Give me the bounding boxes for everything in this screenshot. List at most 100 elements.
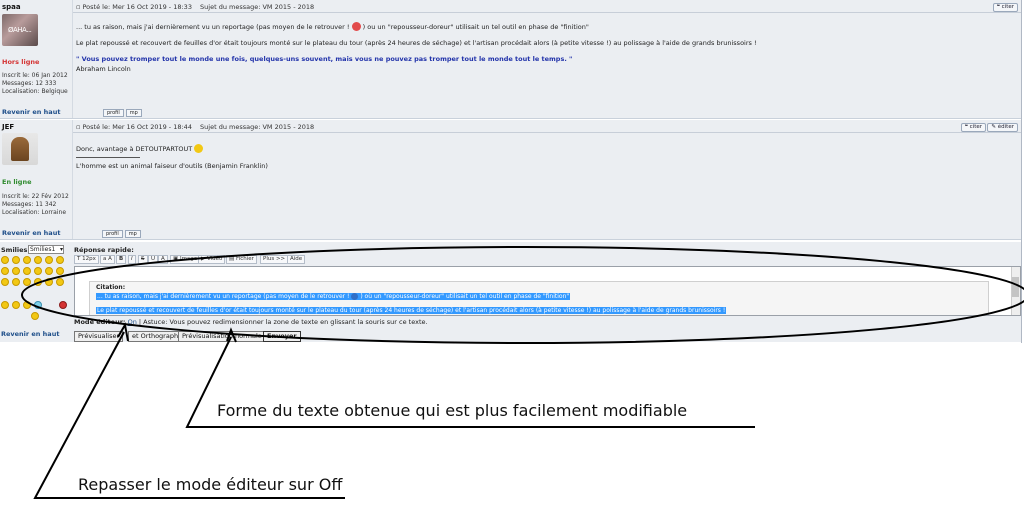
status-badge: Hors ligne: [2, 58, 40, 66]
post-author-panel: spaa ØAHA... Hors ligne Inscrit le: 06 J…: [0, 0, 70, 118]
divider: [73, 132, 1022, 133]
smiley-icon[interactable]: [45, 267, 53, 275]
mp-button[interactable]: mp: [125, 109, 142, 117]
edit-button[interactable]: ✎ éditer: [987, 123, 1018, 132]
smiley-icon[interactable]: [45, 256, 53, 264]
more-button[interactable]: Plus >>: [260, 255, 289, 264]
smiley-icon: [194, 144, 204, 153]
quote-block: Citation: ... tu as raison, mais j'ai de…: [89, 281, 989, 315]
strike-button[interactable]: S: [138, 255, 148, 264]
smiley-icon[interactable]: [1, 278, 9, 286]
smiley-icon[interactable]: [34, 301, 42, 309]
back-to-top-link[interactable]: Revenir en haut: [1, 330, 59, 338]
post-subject: Sujet du message: VM 2015 - 2018: [200, 123, 315, 131]
back-to-top-link[interactable]: Revenir en haut: [2, 229, 60, 237]
divider: [73, 12, 1022, 13]
message-count: Messages: 12 333: [2, 80, 57, 87]
smiley-icon[interactable]: [1, 301, 9, 309]
post-text: Donc, avantage à DETOUTPARTOUT: [76, 145, 193, 153]
post-date: Posté le: Mer 16 Oct 2019 - 18:33: [82, 3, 192, 11]
underline-icon[interactable]: U: [148, 255, 159, 264]
normal-preview-button[interactable]: Prévisualisation normale: [178, 331, 266, 342]
author-meta: Inscrit le: 22 Fév 2012 Messages: 11 342…: [2, 193, 69, 217]
image-icon: ▣: [173, 256, 180, 262]
location: Localisation: Belgique: [2, 88, 68, 95]
quote-button[interactable]: ❝ citer: [960, 123, 986, 132]
signature-quote: " Vous pouvez tromper tout le monde une …: [76, 55, 573, 63]
reply-editor[interactable]: Citation: ... tu as raison, mais j'ai de…: [74, 266, 1021, 316]
quote-label: citer: [1001, 4, 1014, 10]
post-spaa: spaa ØAHA... Hors ligne Inscrit le: 06 J…: [0, 0, 1022, 119]
smiley-icon[interactable]: [34, 278, 42, 286]
font-family-icon[interactable]: a A: [100, 255, 115, 264]
send-button[interactable]: Envoyer: [263, 331, 301, 342]
smiley-icon[interactable]: [1, 256, 9, 264]
post-text: ) ou un "repousseur-doreur" utilisait un…: [362, 23, 589, 31]
post-header: ▫ Posté le: Mer 16 Oct 2019 - 18:44 Suje…: [76, 123, 314, 131]
smiley-icon[interactable]: [23, 301, 31, 309]
author-name[interactable]: spaa: [2, 3, 21, 11]
smiley-icon[interactable]: [56, 267, 64, 275]
smiley-icon[interactable]: [31, 312, 39, 320]
smiley-icon[interactable]: [45, 278, 53, 286]
smilies-select[interactable]: Smilies1 ▾: [28, 245, 64, 254]
status-badge: En ligne: [2, 178, 32, 186]
smiley-icon[interactable]: [59, 301, 67, 309]
mp-button[interactable]: mp: [124, 230, 141, 238]
smiley-icon[interactable]: [1, 267, 9, 275]
smiley-icon[interactable]: [23, 256, 31, 264]
avatar-text: ØAHA...: [8, 26, 32, 34]
italic-button[interactable]: I: [128, 255, 136, 264]
chevron-down-icon: ▾: [59, 246, 63, 253]
post-subject: Sujet du message: VM 2015 - 2018: [200, 3, 315, 11]
post-date: Posté le: Mer 16 Oct 2019 - 18:44: [82, 123, 192, 131]
preview-button[interactable]: Prévisualiser: [74, 331, 124, 342]
profile-button[interactable]: profil: [103, 109, 124, 117]
forum-thread: spaa ØAHA... Hors ligne Inscrit le: 06 J…: [0, 0, 1024, 350]
post-paragraph: ... tu as raison, mais j'ai dernièrement…: [76, 22, 1002, 31]
post-text: ... tu as raison, mais j'ai dernièrement…: [76, 23, 350, 31]
smiley-icon[interactable]: [56, 278, 64, 286]
help-button[interactable]: Aide: [287, 255, 306, 264]
smiley-icon[interactable]: [12, 267, 20, 275]
smiley-icon[interactable]: [56, 256, 64, 264]
post-paragraph: Le plat repoussé et recouvert de feuille…: [76, 39, 757, 47]
file-button[interactable]: ▤ Fichier: [226, 255, 257, 264]
video-button[interactable]: ▶ Vidéo: [198, 255, 226, 264]
location: Localisation: Lorraine: [2, 209, 67, 216]
quote-button[interactable]: ❝ citer: [992, 3, 1018, 12]
smiley-icon[interactable]: [23, 278, 31, 286]
font-size-button[interactable]: T 12px: [74, 255, 99, 264]
profile-buttons: profil mp: [103, 108, 144, 117]
annotation-text-form: Forme du texte obtenue qui est plus faci…: [217, 401, 688, 420]
editor-mode-toggle[interactable]: On: [128, 318, 137, 326]
smiley-icon[interactable]: [12, 278, 20, 286]
scrollbar-thumb[interactable]: [1012, 277, 1019, 297]
smiley-icon[interactable]: [12, 301, 20, 309]
bold-button[interactable]: B: [116, 255, 127, 264]
annotation-editor-mode: Repasser le mode éditeur sur Off: [78, 475, 343, 494]
post-author-panel: JEF En ligne Inscrit le: 22 Fév 2012 Mes…: [0, 120, 70, 239]
selected-text: Le plat repoussé et recouvert de feuille…: [96, 307, 727, 314]
post-body: ... tu as raison, mais j'ai dernièrement…: [76, 22, 1002, 81]
image-button[interactable]: ▣ Image: [170, 255, 201, 264]
smiley-icon[interactable]: [23, 267, 31, 275]
editor-tip: | Astuce: Vous pouvez redimensionner la …: [138, 318, 428, 326]
post-icon: ▫: [76, 3, 81, 11]
signature-text: L'homme est un animal faiseur d'outils (…: [76, 162, 268, 170]
avatar: [2, 133, 38, 165]
post-content: ▫ Posté le: Mer 16 Oct 2019 - 18:44 Suje…: [72, 120, 1022, 239]
quote-label: citer: [969, 124, 982, 130]
author-name[interactable]: JEF: [2, 123, 14, 131]
editor-scrollbar[interactable]: [1011, 267, 1020, 315]
avatar-figure: [11, 137, 29, 161]
back-to-top-link[interactable]: Revenir en haut: [2, 108, 60, 116]
smiley-icon[interactable]: [34, 256, 42, 264]
citation-label: Citation:: [96, 284, 126, 291]
smiley-icon[interactable]: [34, 267, 42, 275]
color-icon[interactable]: A: [158, 255, 168, 264]
smiley-icon[interactable]: [12, 256, 20, 264]
smilies-select-value: Smilies1: [30, 246, 56, 253]
profile-button[interactable]: profil: [102, 230, 123, 238]
signature-author: Abraham Lincoln: [76, 65, 131, 73]
